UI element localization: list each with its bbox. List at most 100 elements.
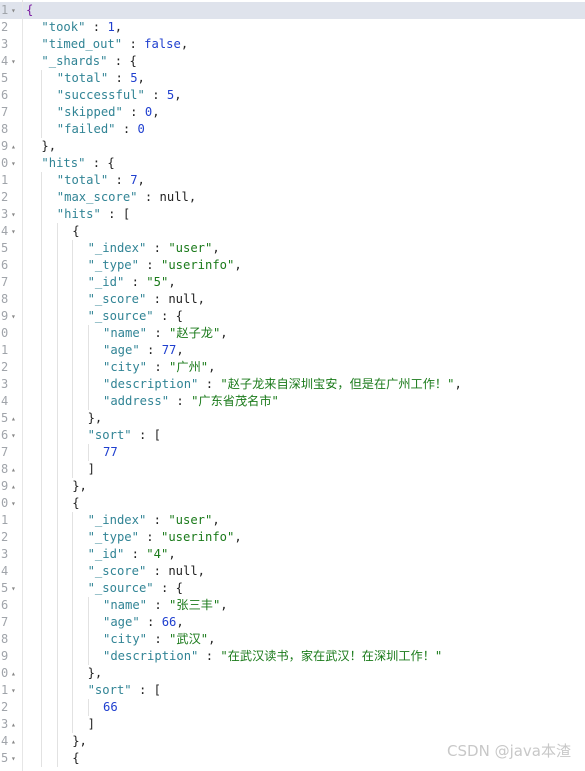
indent-guide	[72, 291, 74, 308]
indent-guide	[87, 342, 89, 359]
indent-guide	[87, 359, 89, 376]
code-line[interactable]: 7 "skipped" : 0,	[0, 104, 585, 121]
code-line[interactable]: 0 ▾ "hits" : {	[0, 155, 585, 172]
code-line[interactable]: 2 66	[0, 699, 585, 716]
line-number: 6	[1, 598, 9, 612]
code-line[interactable]: 6 "_type" : "userinfo",	[0, 257, 585, 274]
fold-collapse-icon[interactable]: ▾	[11, 495, 16, 512]
json-code-editor[interactable]: 1 ▾{2 "took" : 1, 3 "timed_out" : false, 4 ▾ "_…	[0, 2, 585, 767]
json-punctuation: :	[122, 105, 145, 119]
json-punctuation: :	[146, 292, 169, 306]
code-line[interactable]: 7 "age" : 66,	[0, 614, 585, 631]
code-line[interactable]: 4 "address" : "广东省茂名市"	[0, 393, 585, 410]
code-line[interactable]: 5 "total" : 5,	[0, 70, 585, 87]
fold-expand-icon[interactable]: ▴	[11, 733, 16, 750]
fold-expand-icon[interactable]: ▴	[11, 665, 16, 682]
code-line[interactable]: 6 "successful" : 5,	[0, 87, 585, 104]
code-line[interactable]: 9 ▾ "_source" : {	[0, 308, 585, 325]
indent-guide	[41, 648, 43, 665]
fold-collapse-icon[interactable]: ▾	[11, 427, 16, 444]
code-line[interactable]: 3 ▴]	[0, 716, 585, 733]
indent-guide	[72, 325, 74, 342]
fold-expand-icon[interactable]: ▴	[11, 410, 16, 427]
line-number-gutter: 2	[0, 19, 22, 36]
line-number: 5	[1, 411, 9, 425]
indent-guide	[41, 342, 43, 359]
fold-collapse-icon[interactable]: ▾	[11, 223, 16, 240]
code-text: "total" : 7,	[57, 172, 145, 189]
code-line[interactable]: 3 ▾ "hits" : [	[0, 206, 585, 223]
code-line[interactable]: 5 ▾ "_source" : {	[0, 580, 585, 597]
code-line[interactable]: 2 "_type" : "userinfo",	[0, 529, 585, 546]
line-number: 8	[1, 122, 9, 136]
line-number: 1	[1, 3, 9, 17]
code-line[interactable]: 1 ▾ {	[0, 2, 585, 19]
code-line[interactable]: 1 "age" : 77,	[0, 342, 585, 359]
fold-collapse-icon[interactable]: ▾	[11, 2, 16, 19]
line-number: 2	[1, 190, 9, 204]
json-key: "_source"	[87, 581, 154, 595]
code-line[interactable]: 2 "city" : "广州",	[0, 359, 585, 376]
fold-expand-icon[interactable]: ▴	[11, 461, 16, 478]
code-line[interactable]: 2 "took" : 1,	[0, 19, 585, 36]
line-number: 9	[1, 479, 9, 493]
json-punctuation: :	[124, 275, 147, 289]
code-line[interactable]: 8 "city" : "武汉",	[0, 631, 585, 648]
code-text: "_index" : "user",	[88, 512, 220, 529]
json-punctuation: :	[147, 598, 170, 612]
code-line[interactable]: 0 "name" : "赵子龙",	[0, 325, 585, 342]
json-punctuation: :	[146, 513, 169, 527]
code-line[interactable]: 9 ▴},	[0, 478, 585, 495]
code-line[interactable]: 5 "_index" : "user",	[0, 240, 585, 257]
fold-collapse-icon[interactable]: ▾	[11, 155, 16, 172]
indent-guide	[72, 393, 74, 410]
line-number: 3	[1, 37, 9, 51]
code-line[interactable]: 4 "_score" : null,	[0, 563, 585, 580]
code-line[interactable]: 1 "total" : 7,	[0, 172, 585, 189]
code-line[interactable]: 8 ▴]	[0, 461, 585, 478]
line-number-gutter: 3	[0, 546, 22, 563]
fold-collapse-icon[interactable]: ▾	[11, 580, 16, 597]
code-line[interactable]: 8 "failed" : 0	[0, 121, 585, 138]
fold-expand-icon[interactable]: ▴	[11, 138, 16, 155]
code-text: {	[72, 495, 79, 512]
json-punctuation: ,	[168, 547, 176, 561]
line-number-gutter: 4	[0, 563, 22, 580]
code-line[interactable]: 9 "description" : "在武汉读书，家在武汉！在深圳工作！"	[0, 648, 585, 665]
fold-collapse-icon[interactable]: ▾	[11, 308, 16, 325]
code-text: {	[72, 750, 79, 767]
code-line[interactable]: 6 "name" : "张三丰",	[0, 597, 585, 614]
code-line[interactable]: 8 "_score" : null,	[0, 291, 585, 308]
code-line[interactable]: 7 "_id" : "5",	[0, 274, 585, 291]
code-line[interactable]: 0 ▾ {	[0, 495, 585, 512]
code-line[interactable]: 3 "timed_out" : false,	[0, 36, 585, 53]
fold-collapse-icon[interactable]: ▾	[11, 750, 16, 767]
code-line[interactable]: 6 ▾ "sort" : [	[0, 427, 585, 444]
json-punctuation: :	[115, 122, 138, 136]
indent-guide	[41, 733, 43, 750]
indent-guide	[72, 240, 74, 257]
fold-expand-icon[interactable]: ▴	[11, 478, 16, 495]
json-punctuation: {	[72, 751, 80, 765]
code-line[interactable]: 7 77	[0, 444, 585, 461]
code-line[interactable]: 9 ▴},	[0, 138, 585, 155]
indent-guide	[87, 444, 89, 461]
code-line[interactable]: 1 ▾ "sort" : [	[0, 682, 585, 699]
fold-collapse-icon[interactable]: ▾	[11, 206, 16, 223]
fold-collapse-icon[interactable]: ▾	[11, 53, 16, 70]
code-line[interactable]: 4 ▾ {	[0, 223, 585, 240]
json-punctuation: ]	[87, 462, 95, 476]
fold-expand-icon[interactable]: ▴	[11, 716, 16, 733]
code-line[interactable]: 3 "_id" : "4",	[0, 546, 585, 563]
code-line[interactable]: 2 "max_score" : null,	[0, 189, 585, 206]
code-line[interactable]: 4 ▾ "_shards" : {	[0, 53, 585, 70]
code-line[interactable]: 3 "description" : "赵子龙来自深圳宝安，但是在广州工作！",	[0, 376, 585, 393]
indent-guide	[72, 631, 74, 648]
code-line[interactable]: 1 "_index" : "user",	[0, 512, 585, 529]
line-number-gutter: 5 ▾	[0, 750, 22, 767]
json-string-value: "5"	[146, 275, 169, 289]
fold-collapse-icon[interactable]: ▾	[11, 682, 16, 699]
indent-guide	[41, 529, 43, 546]
code-line[interactable]: 0 ▴},	[0, 665, 585, 682]
code-line[interactable]: 5 ▴},	[0, 410, 585, 427]
